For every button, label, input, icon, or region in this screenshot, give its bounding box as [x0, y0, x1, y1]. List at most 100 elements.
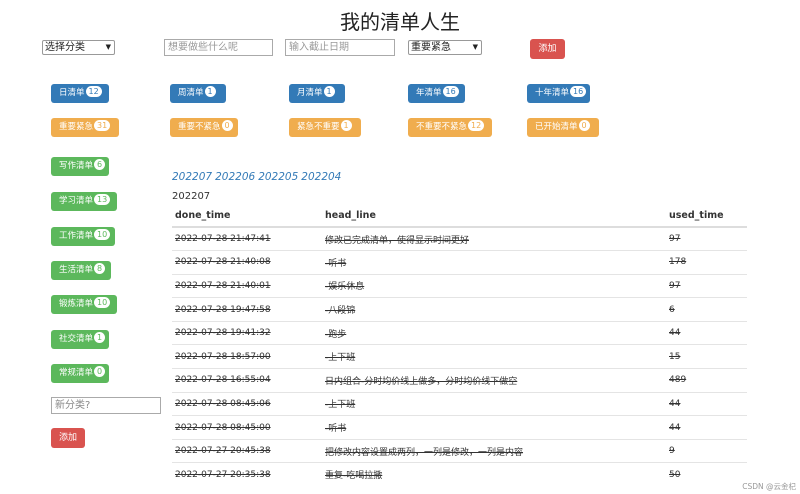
count-badge: 1 [340, 120, 352, 131]
count-badge: 1 [323, 86, 335, 97]
used-time-cell: 15 [666, 344, 747, 369]
list-pill-social[interactable]: 社交清单 1 [51, 330, 109, 349]
month-link[interactable]: 202205 [258, 171, 298, 183]
done-time-cell: 2022-07-27 20:35:38 [172, 462, 322, 487]
pill-label: 年清单 [416, 88, 442, 98]
list-pill-urgent-important[interactable]: 重要紧急 31 [51, 118, 119, 137]
list-pill-month[interactable]: 月清单 1 [289, 84, 345, 103]
table-row: 2022-07-28 08:45:00 -听书 44 [172, 415, 747, 440]
list-pill-neither[interactable]: 不重要不紧急 12 [408, 118, 492, 137]
list-pill-routine[interactable]: 常规清单 0 [51, 364, 109, 383]
column-header: head_line [322, 205, 666, 228]
chevron-down-icon: ▼ [105, 43, 111, 51]
pill-label: 生活清单 [59, 265, 94, 275]
count-badge: 10 [94, 229, 111, 240]
done-time-cell: 2022-07-27 20:45:38 [172, 438, 322, 463]
table-row: 2022-07-28 19:47:58 -八段锦 6 [172, 297, 747, 322]
count-badge: 8 [94, 263, 106, 274]
head-line-cell: -听书 [322, 415, 666, 440]
done-time-cell: 2022-07-28 16:55:04 [172, 368, 322, 393]
add-task-button[interactable]: 添加 [530, 39, 565, 59]
table-row: 2022-07-27 20:45:38 把修改内容设置成两列，一列是修改，一列是内… [172, 438, 747, 463]
table-row: 2022-07-28 08:45:06 -上下班 44 [172, 391, 747, 416]
head-line-cell: -娱乐休息 [322, 273, 666, 298]
list-pill-work[interactable]: 工作清单 10 [51, 227, 115, 246]
pill-label: 不重要不紧急 [416, 122, 468, 132]
add-category-button[interactable]: 添加 [51, 428, 85, 448]
table-header-row: done_time head_line used_time [172, 205, 747, 228]
current-month-heading: 202207 [172, 191, 211, 202]
priority-select[interactable]: 重要紧急 ▼ [408, 40, 482, 55]
done-time-cell: 2022-07-28 21:40:08 [172, 250, 322, 275]
count-badge: 0 [94, 366, 106, 377]
head-line-cell: -听书 [322, 250, 666, 275]
month-link[interactable]: 202207 [172, 171, 212, 183]
done-time-cell: 2022-07-28 21:47:41 [172, 226, 322, 251]
table-row: 2022-07-28 16:55:04 日内组合-分时均价线上做多，分时均价线下做… [172, 368, 747, 393]
done-time-cell: 2022-07-28 19:41:32 [172, 320, 322, 345]
list-pill-week[interactable]: 周清单 1 [170, 84, 226, 103]
used-time-cell: 97 [666, 273, 747, 298]
list-pill-year[interactable]: 年清单 16 [408, 84, 465, 103]
used-time-cell: 44 [666, 320, 747, 345]
pill-label: 月清单 [297, 88, 323, 98]
used-time-cell: 44 [666, 391, 747, 416]
table-row: 2022-07-28 21:40:08 -听书 178 [172, 250, 747, 275]
list-pill-important-not-urgent[interactable]: 重要不紧急 0 [170, 118, 238, 137]
done-time-cell: 2022-07-28 18:57:00 [172, 344, 322, 369]
head-line-cell: -上下班 [322, 344, 666, 369]
pill-label: 写作清单 [59, 161, 94, 171]
category-select[interactable]: 选择分类 ▼ [42, 40, 115, 55]
pill-label: 常规清单 [59, 368, 94, 378]
pill-label: 重要紧急 [59, 122, 94, 132]
count-badge: 1 [204, 86, 216, 97]
column-header: done_time [172, 205, 322, 228]
list-pill-writing[interactable]: 写作清单 6 [51, 157, 109, 176]
done-time-cell: 2022-07-28 19:47:58 [172, 297, 322, 322]
pill-label: 学习清单 [59, 196, 94, 206]
count-badge: 16 [570, 86, 587, 97]
count-badge: 10 [94, 297, 111, 308]
count-badge: 12 [468, 120, 485, 131]
list-pill-exercise[interactable]: 锻炼清单 10 [51, 295, 117, 314]
list-pill-started[interactable]: 已开始清单 0 [527, 118, 599, 137]
pill-label: 锻炼清单 [59, 299, 94, 309]
deadline-input[interactable]: 输入截止日期 [285, 39, 395, 56]
count-badge: 16 [442, 86, 459, 97]
head-line-cell: -上下班 [322, 391, 666, 416]
category-select-value: 选择分类 [45, 42, 85, 53]
page-title: 我的清单人生 [340, 10, 460, 34]
column-header: used_time [666, 205, 747, 228]
list-pill-study[interactable]: 学习清单 13 [51, 192, 117, 211]
watermark: CSDN @云金杞 [742, 482, 796, 491]
list-pill-day[interactable]: 日清单 12 [51, 84, 109, 103]
list-pill-life[interactable]: 生活清单 8 [51, 261, 111, 280]
pill-label: 已开始清单 [535, 122, 578, 132]
new-category-input[interactable]: 新分类? [51, 397, 161, 414]
head-line-cell: 修改已完成清单，使得显示时间更好 [322, 226, 666, 251]
head-line-cell: -跑步 [322, 320, 666, 345]
month-link[interactable]: 202206 [215, 171, 255, 183]
table-row: 2022-07-28 18:57:00 -上下班 15 [172, 344, 747, 369]
table-row: 2022-07-27 20:35:38 重复-吃喝拉撒 50 [172, 462, 747, 487]
chevron-down-icon: ▼ [472, 43, 478, 51]
table-row: 2022-07-28 19:41:32 -跑步 44 [172, 320, 747, 345]
list-pill-decade[interactable]: 十年清单 16 [527, 84, 590, 103]
table-row: 2022-07-28 21:40:01 -娱乐休息 97 [172, 273, 747, 298]
head-line-cell: 重复-吃喝拉撒 [322, 462, 666, 487]
count-badge: 31 [94, 120, 111, 131]
pill-label: 工作清单 [59, 231, 94, 241]
used-time-cell: 97 [666, 226, 747, 251]
count-badge: 1 [94, 332, 106, 343]
pill-label: 重要不紧急 [178, 122, 221, 132]
task-input[interactable]: 想要做些什么呢 [164, 39, 273, 56]
done-time-cell: 2022-07-28 21:40:01 [172, 273, 322, 298]
used-time-cell: 178 [666, 250, 747, 275]
done-list-table: done_time head_line used_time 2022-07-28… [172, 205, 747, 487]
list-pill-urgent-not-important[interactable]: 紧急不重要 1 [289, 118, 361, 137]
month-link[interactable]: 202204 [301, 171, 341, 183]
pill-label: 十年清单 [535, 88, 570, 98]
pill-label: 紧急不重要 [297, 122, 340, 132]
done-time-cell: 2022-07-28 08:45:06 [172, 391, 322, 416]
pill-label: 社交清单 [59, 334, 94, 344]
